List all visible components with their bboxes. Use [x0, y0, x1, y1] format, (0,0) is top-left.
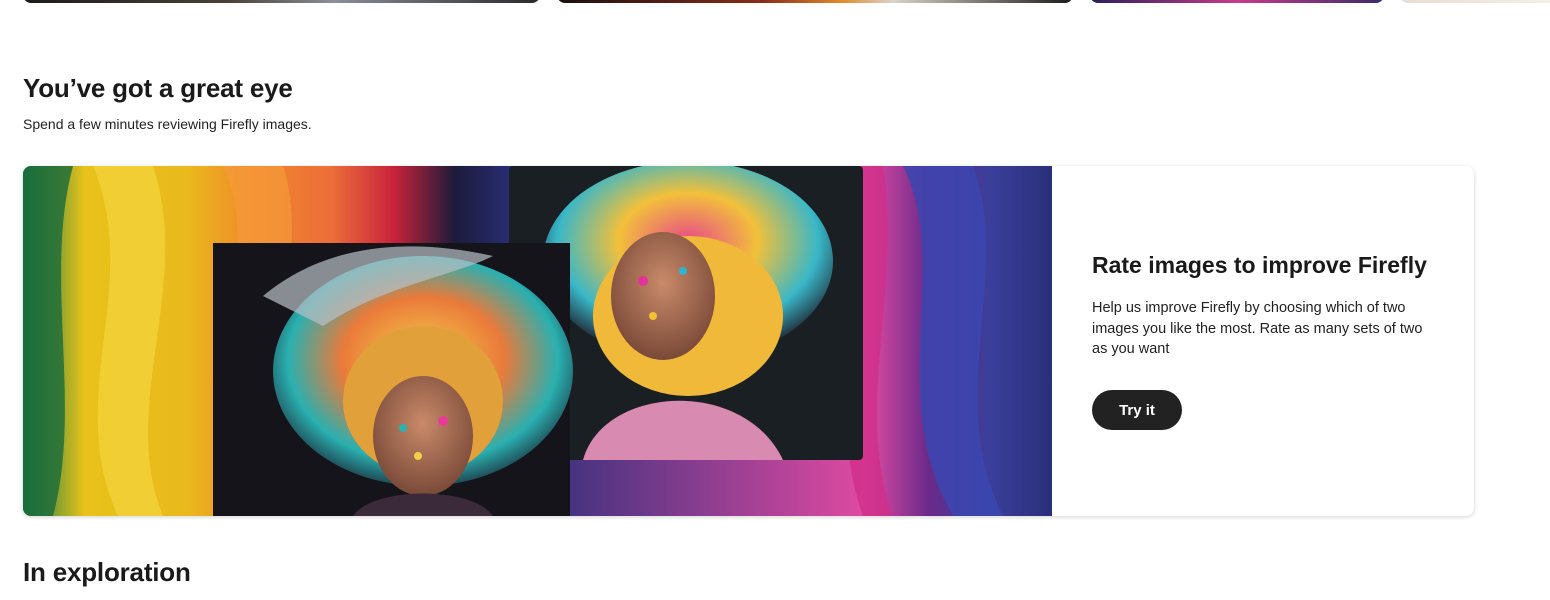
gallery-thumbnail[interactable]	[1090, 0, 1384, 3]
section-title-exploration: In exploration	[23, 557, 191, 587]
thumbnail-strip	[0, 0, 1550, 4]
hero-image	[23, 166, 1052, 516]
gallery-thumbnail[interactable]	[23, 0, 540, 3]
gallery-thumbnail[interactable]	[557, 0, 1073, 3]
card-title: Rate images to improve Firefly	[1092, 252, 1427, 278]
gallery-thumbnail[interactable]	[1400, 0, 1550, 3]
rate-images-card: Rate images to improve Firefly Help us i…	[23, 166, 1474, 516]
card-description: Help us improve Firefly by choosing whic…	[1092, 300, 1423, 357]
section-subtitle: Spend a few minutes reviewing Firefly im…	[23, 116, 312, 132]
try-it-button[interactable]: Try it	[1092, 390, 1182, 430]
card-content: Rate images to improve Firefly Help us i…	[1092, 166, 1437, 516]
section-title-great-eye: You’ve got a great eye	[23, 73, 293, 103]
